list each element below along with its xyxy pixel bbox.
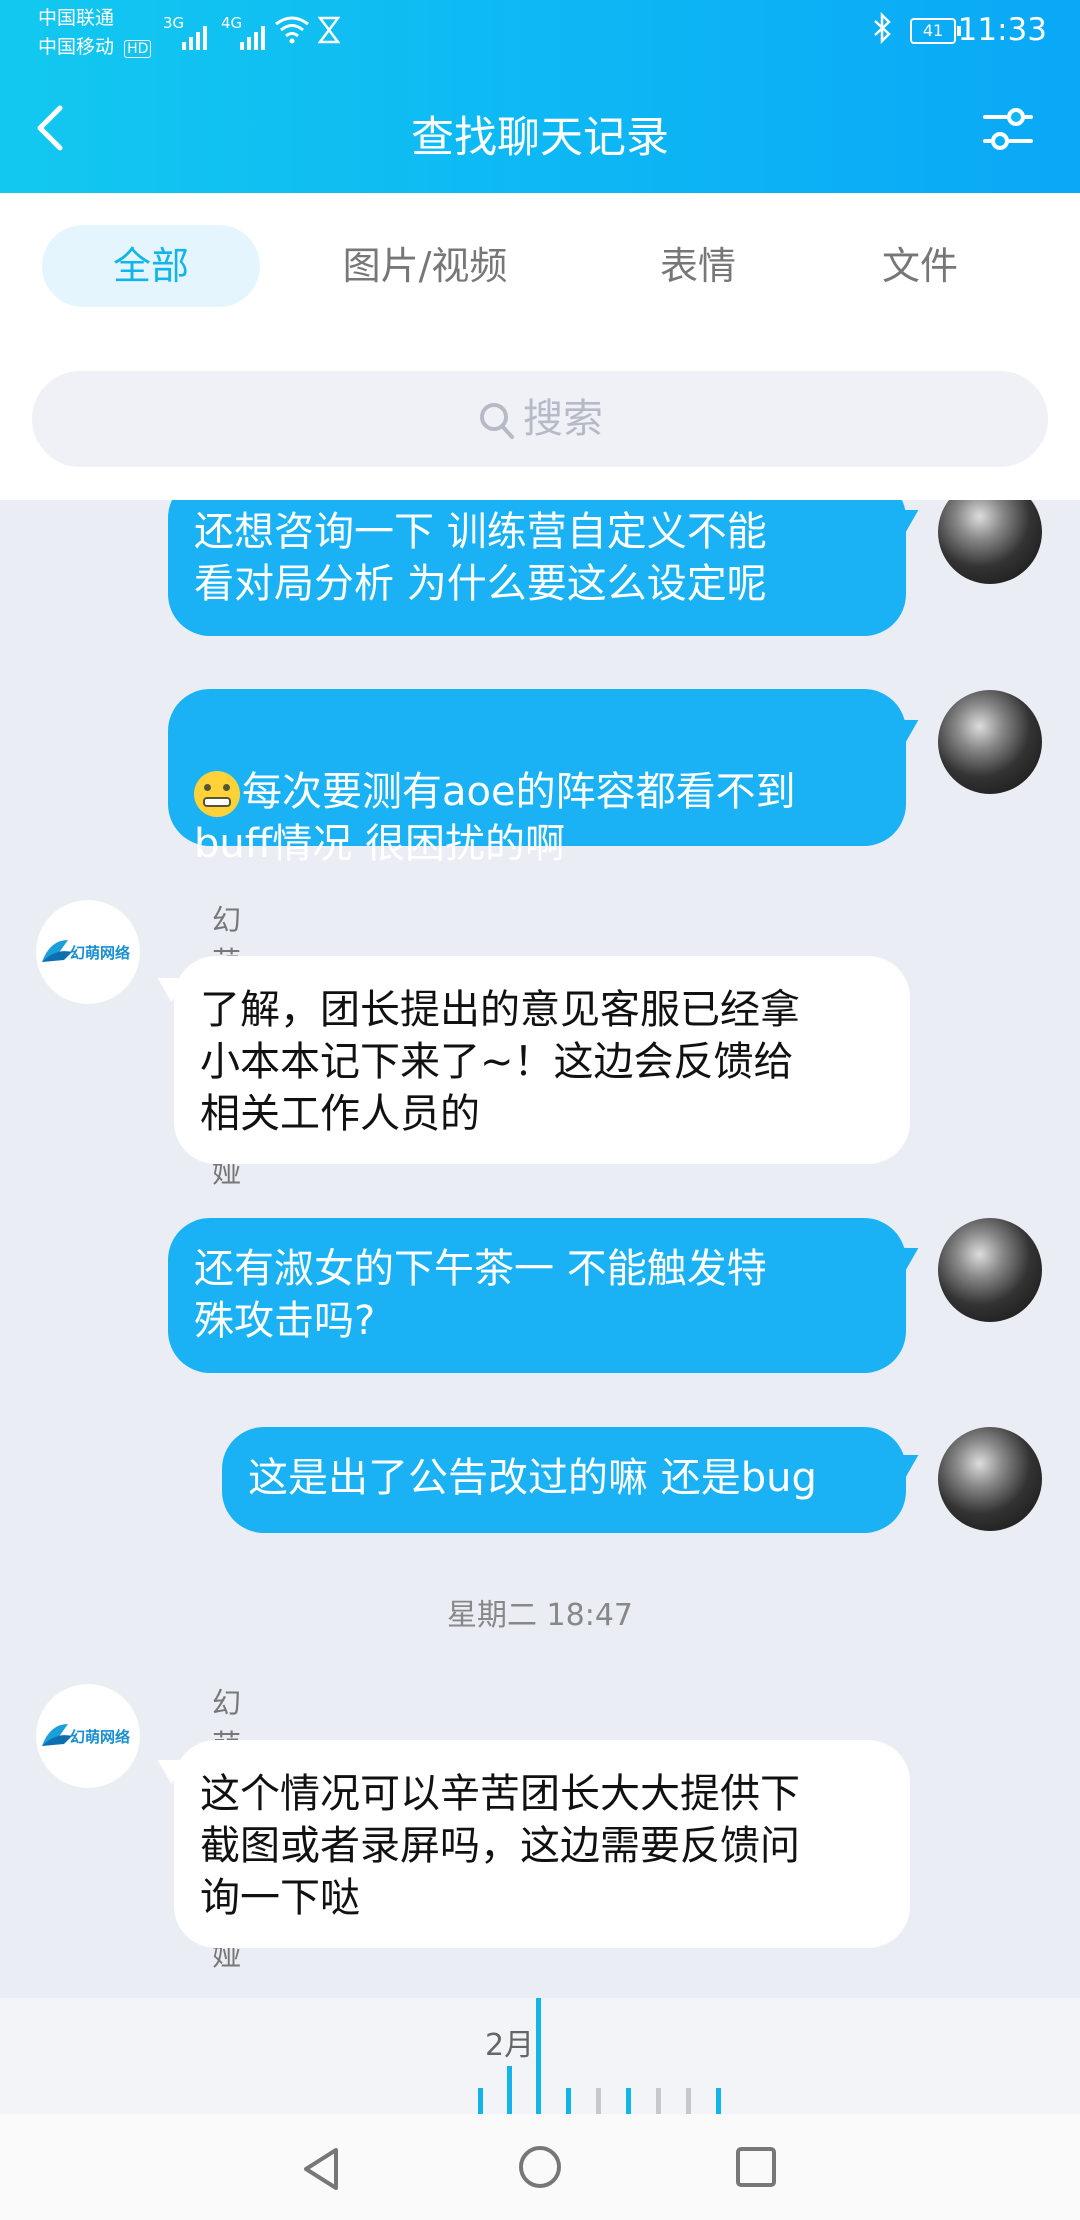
timeline-tick <box>478 2088 483 2114</box>
filter-settings-icon[interactable] <box>982 105 1034 153</box>
message-bubble[interactable]: 了解，团长提出的意见客服已经拿 小本本记下来了~！这边会反馈给 相关工作人员的 <box>174 956 910 1164</box>
hourglass-icon <box>318 16 340 44</box>
tab-all[interactable]: 全部 <box>42 225 260 307</box>
timeline-current-marker <box>536 1998 541 2114</box>
message-text: buff情况 很困扰的啊 <box>194 821 566 867</box>
page-title: 查找聊天记录 <box>411 113 669 163</box>
timeline-tick <box>507 2066 512 2114</box>
tab-bar: 全部 图片/视频 表情 文件 搜索 <box>0 193 1080 500</box>
search-input[interactable]: 搜索 <box>32 371 1048 467</box>
message-bubble[interactable]: 还有淑女的下午茶一 不能触发特 殊攻击吗? <box>168 1218 906 1373</box>
clock: 11:33 <box>957 12 1047 48</box>
status-bar: 中国联通 中国移动 HD 3G 4G 41 11:33 <box>0 0 1080 62</box>
date-timeline-scrubber[interactable]: 2月 <box>0 1998 1080 2114</box>
message-bubble[interactable]: 每次要测有aoe的阵容都看不到 buff情况 很困扰的啊 <box>168 689 906 867</box>
message-bubble[interactable]: 还想咨询一下 训练营自定义不能 看对局分析 为什么要这么设定呢 <box>168 500 906 636</box>
timeline-tick <box>566 2088 571 2114</box>
search-placeholder: 搜索 <box>523 396 603 442</box>
svg-text:幻萌网络: 幻萌网络 <box>70 1728 130 1746</box>
timeline-tick <box>596 2088 601 2114</box>
svg-text:幻萌网络: 幻萌网络 <box>70 944 130 962</box>
timestamp-divider: 星期二 18:47 <box>447 1598 633 1633</box>
wifi-icon <box>275 16 309 44</box>
user-avatar[interactable] <box>938 690 1042 794</box>
bluetooth-icon <box>874 12 891 44</box>
timeline-tick <box>656 2088 661 2114</box>
battery-icon: 41 <box>910 18 961 44</box>
carrier-1: 中国联通 <box>38 7 115 29</box>
nav-home-icon[interactable] <box>517 2144 563 2190</box>
message-text: 每次要测有aoe的阵容都看不到 <box>242 769 796 815</box>
battery-level: 41 <box>922 21 944 40</box>
network-type-1: 3G <box>163 14 185 32</box>
nav-back-icon[interactable] <box>298 2144 344 2194</box>
hd-badge: HD <box>124 40 152 58</box>
timeline-tick <box>626 2088 631 2114</box>
tab-stickers[interactable]: 表情 <box>600 225 796 307</box>
timeline-tick <box>716 2088 721 2114</box>
timeline-tick <box>686 2088 691 2114</box>
service-avatar[interactable]: 幻萌网络 <box>36 900 140 1004</box>
system-nav-bar <box>0 2114 1080 2220</box>
signal-icon-1: 3G <box>160 10 210 50</box>
nav-recents-icon[interactable] <box>735 2146 777 2188</box>
user-avatar[interactable] <box>938 500 1042 584</box>
service-avatar[interactable]: 幻萌网络 <box>36 1684 140 1788</box>
chat-history[interactable]: 还想咨询一下 训练营自定义不能 看对局分析 为什么要这么设定呢 每次要测有aoe… <box>0 500 1080 1998</box>
carrier-info: 中国联通 中国移动 HD <box>38 4 152 64</box>
message-bubble[interactable]: 这个情况可以辛苦团长大大提供下 截图或者录屏吗，这边需要反馈问 询一下哒 <box>174 1740 910 1948</box>
tab-files[interactable]: 文件 <box>822 225 1018 307</box>
carrier-2: 中国移动 <box>38 36 115 58</box>
signal-icon-2: 4G <box>218 10 268 50</box>
user-avatar[interactable] <box>938 1218 1042 1322</box>
timeline-month-label: 2月 <box>485 2028 535 2063</box>
tab-images-videos[interactable]: 图片/视频 <box>300 225 550 307</box>
message-bubble[interactable]: 这是出了公告改过的嘛 还是bug <box>222 1427 906 1533</box>
user-avatar[interactable] <box>938 1427 1042 1531</box>
grimace-emoji-icon <box>194 771 240 817</box>
huanmeng-logo-icon: 幻萌网络 <box>42 940 130 962</box>
app-header: 中国联通 中国移动 HD 3G 4G 41 11:33 查找聊天记录 <box>0 0 1080 193</box>
search-icon <box>480 403 514 439</box>
huanmeng-logo-icon: 幻萌网络 <box>42 1724 130 1746</box>
network-type-2: 4G <box>221 14 243 32</box>
